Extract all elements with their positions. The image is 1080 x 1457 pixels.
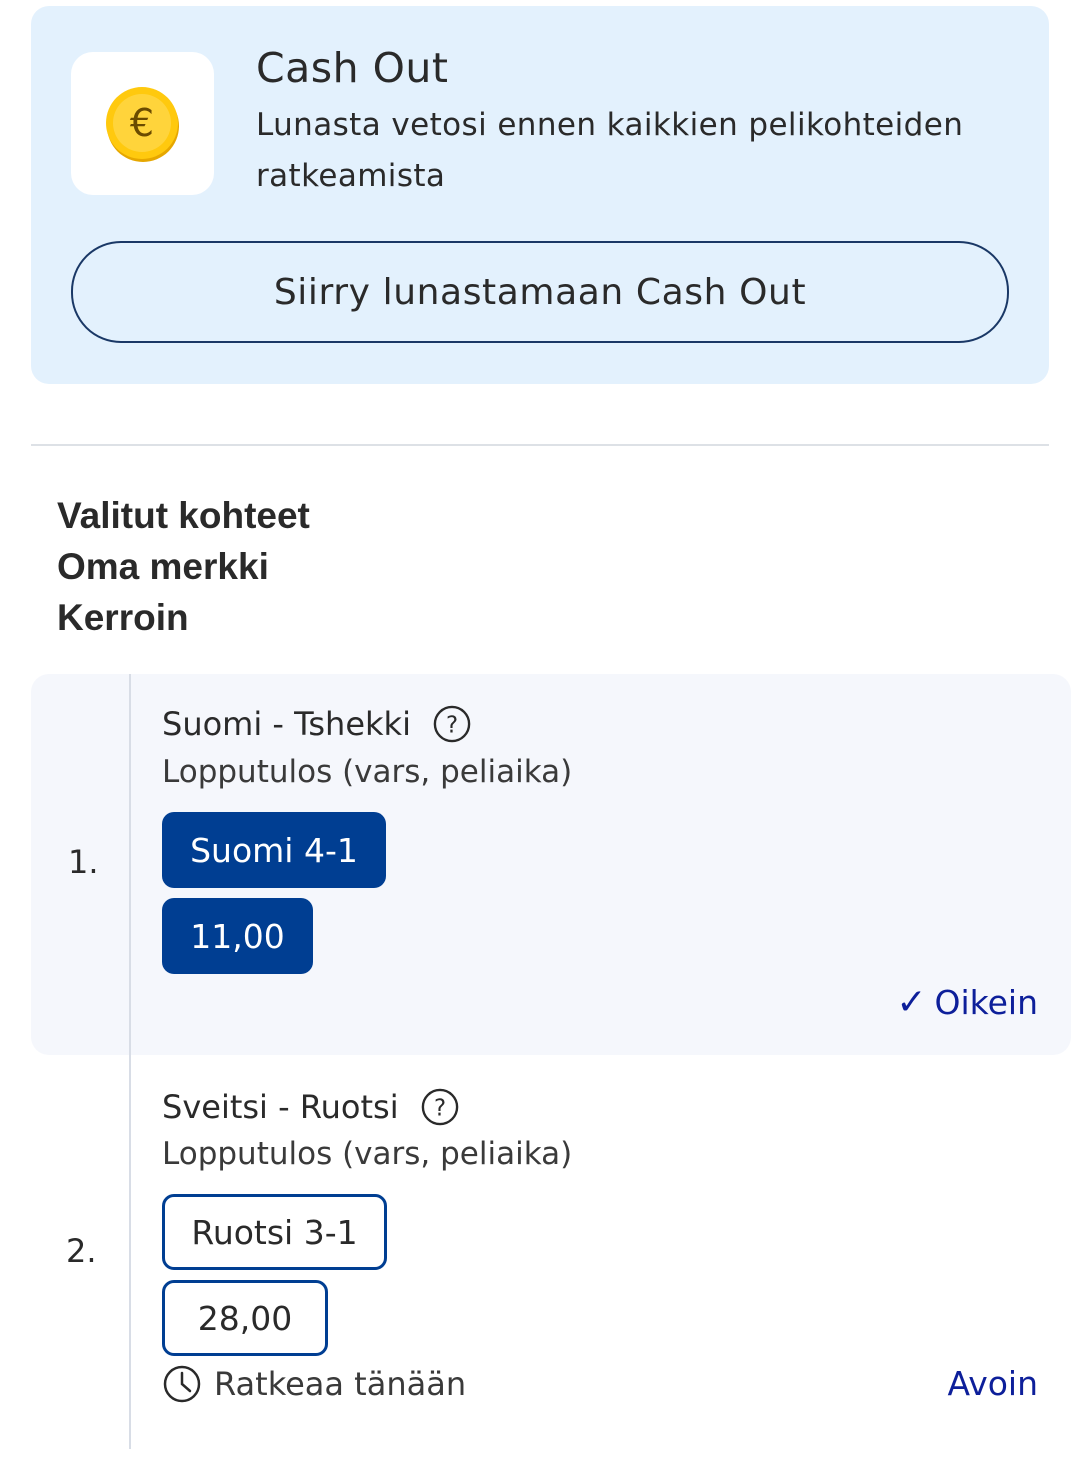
selection-headers: Valitut kohteet Oma merkki Kerroin: [57, 490, 310, 643]
resolve-info: Ratkeaa tänään: [162, 1364, 466, 1404]
market-name: Lopputulos (vars, peliaika): [162, 754, 573, 790]
bet-details-page: € Cash Out Lunasta vetosi ennen kaikkien…: [0, 0, 1080, 1457]
match-name-text: Sveitsi - Ruotsi: [162, 1088, 399, 1126]
clock-icon: [163, 1365, 201, 1403]
status-text: Oikein: [934, 983, 1038, 1022]
header-odds: Kerroin: [57, 597, 189, 638]
selection-number: 2.: [66, 1232, 97, 1270]
status-open: Avoin: [947, 1364, 1038, 1403]
pick-badge: Ruotsi 3-1: [162, 1194, 387, 1270]
number-column-divider: [129, 674, 131, 1449]
svg-text:?: ?: [446, 713, 458, 739]
cashout-card: € Cash Out Lunasta vetosi ennen kaikkien…: [31, 6, 1049, 384]
divider: [31, 444, 1049, 446]
match-name: Sveitsi - Ruotsi ?: [162, 1088, 459, 1126]
svg-text:?: ?: [434, 1096, 446, 1122]
market-name: Lopputulos (vars, peliaika): [162, 1136, 573, 1172]
cashout-button[interactable]: Siirry lunastamaan Cash Out: [71, 241, 1009, 343]
selection-number: 1.: [68, 843, 99, 881]
match-name-text: Suomi - Tshekki: [162, 705, 411, 743]
header-selected-items: Valitut kohteet: [57, 495, 310, 536]
resolve-text: Ratkeaa tänään: [214, 1365, 467, 1403]
coin-tile: €: [71, 52, 214, 195]
cashout-description: Lunasta vetosi ennen kaikkien pelikohtei…: [256, 107, 964, 194]
pick-badge: Suomi 4-1: [162, 812, 386, 888]
status-correct: ✓ Oikein: [896, 982, 1038, 1023]
match-name: Suomi - Tshekki ?: [162, 705, 471, 743]
odds-badge: 11,00: [162, 898, 313, 974]
odds-badge: 28,00: [162, 1280, 328, 1356]
help-icon[interactable]: ?: [421, 1088, 459, 1126]
svg-text:€: €: [130, 101, 154, 145]
cashout-title: Cash Out: [256, 44, 449, 92]
euro-coin-icon: €: [106, 87, 179, 162]
help-icon[interactable]: ?: [433, 705, 471, 743]
check-icon: ✓: [896, 982, 927, 1023]
header-own-pick: Oma merkki: [57, 546, 269, 587]
